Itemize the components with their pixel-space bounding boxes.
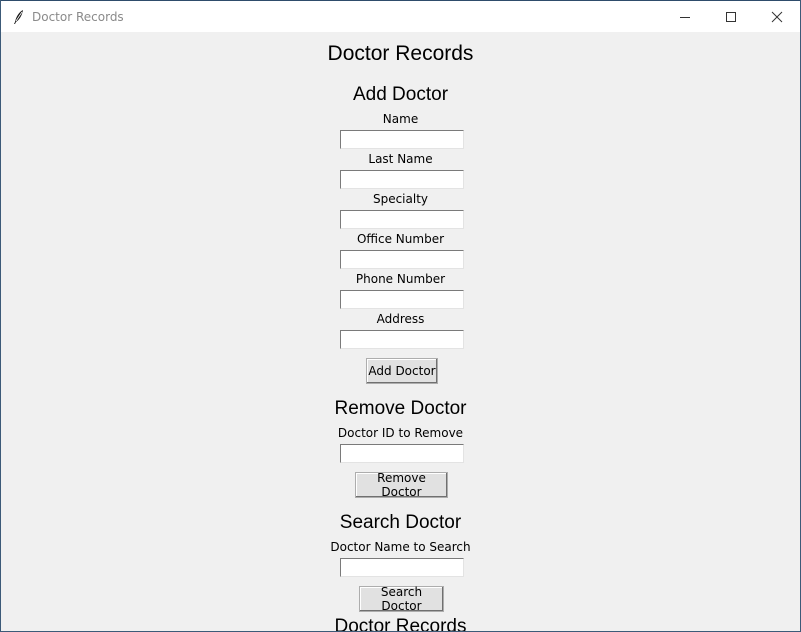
window-title: Doctor Records [32,9,124,24]
records-heading: Doctor Records [334,616,467,632]
app-window: Doctor Records Doctor Records Add Doctor… [0,0,801,632]
main-content: Doctor Records Add Doctor Name Last Name… [1,31,800,632]
name-label: Name [382,112,419,126]
remove-doctor-button[interactable]: Remove Doctor [355,471,448,499]
doctor-id-input[interactable] [340,444,464,463]
page-title: Doctor Records [327,42,474,65]
maximize-button[interactable] [708,1,754,32]
doctor-id-label: Doctor ID to Remove [337,426,464,440]
address-input[interactable] [340,330,464,349]
search-doctor-heading: Search Doctor [339,512,462,533]
maximize-icon [726,11,736,22]
minimize-icon [680,16,690,18]
office-number-label: Office Number [356,232,445,246]
name-input[interactable] [340,130,464,149]
address-label: Address [376,312,425,326]
search-doctor-button[interactable]: Search Doctor [359,585,444,613]
title-bar[interactable]: Doctor Records [1,0,800,32]
last-name-input[interactable] [340,170,464,189]
phone-number-input[interactable] [340,290,464,309]
close-icon [771,11,783,22]
close-button[interactable] [754,1,800,32]
doctor-name-search-input[interactable] [340,558,464,577]
doctor-name-search-label: Doctor Name to Search [330,540,471,554]
remove-doctor-heading: Remove Doctor [334,398,467,419]
specialty-label: Specialty [372,192,429,206]
add-doctor-heading: Add Doctor [352,84,449,105]
specialty-input[interactable] [340,210,464,229]
phone-number-label: Phone Number [355,272,446,286]
minimize-button[interactable] [662,1,708,32]
feather-icon [14,9,23,24]
add-doctor-button[interactable]: Add Doctor [366,358,438,384]
office-number-input[interactable] [340,250,464,269]
last-name-label: Last Name [368,152,433,166]
